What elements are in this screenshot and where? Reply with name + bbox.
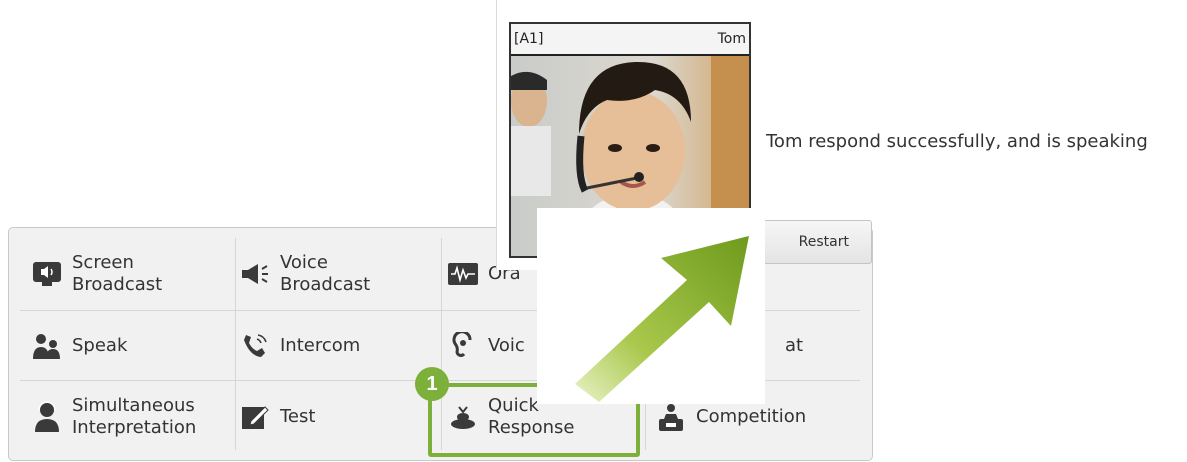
test-button[interactable]: Test [240,386,440,448]
student-name: Tom [717,31,746,47]
callout-arrow-panel [537,208,765,404]
step-badge: 1 [415,367,449,401]
chat-button[interactable]: at [785,316,855,376]
speak-button[interactable]: Speak [32,316,232,376]
people-talk-icon [32,331,62,361]
test-label: Test [280,406,316,427]
monitor-speaker-icon [32,259,62,289]
green-arrow-icon [575,236,749,402]
video-header: [A1] Tom [511,24,749,56]
pencil-paper-icon [240,402,270,432]
separator [235,238,236,450]
ear-icon [448,331,478,361]
trophy-box-icon [656,402,686,432]
seat-label: [A1] [514,31,544,47]
status-message: Tom respond successfully, and is speakin… [766,131,1148,152]
voice-label: Voic [488,335,525,356]
simultaneous-interpretation-button[interactable]: Simultaneous Interpretation [32,386,232,448]
restart-label: Restart [798,234,849,250]
screen-broadcast-button[interactable]: Screen Broadcast [32,244,232,304]
competition-label: Competition [696,406,807,427]
waveform-icon [448,259,478,289]
phone-icon [240,331,270,361]
restart-button[interactable]: Restart [760,220,872,264]
speak-label: Speak [72,335,128,356]
voice-broadcast-label: Voice Broadcast [280,252,371,295]
voice-broadcast-button[interactable]: Voice Broadcast [240,244,440,304]
intercom-button[interactable]: Intercom [240,316,440,376]
interpreter-icon [32,401,62,432]
chat-label: at [785,335,804,356]
intercom-label: Intercom [280,335,361,356]
simultaneous-interpretation-label: Simultaneous Interpretation [72,395,197,438]
screen-broadcast-label: Screen Broadcast [72,252,163,295]
megaphone-icon [240,259,270,289]
